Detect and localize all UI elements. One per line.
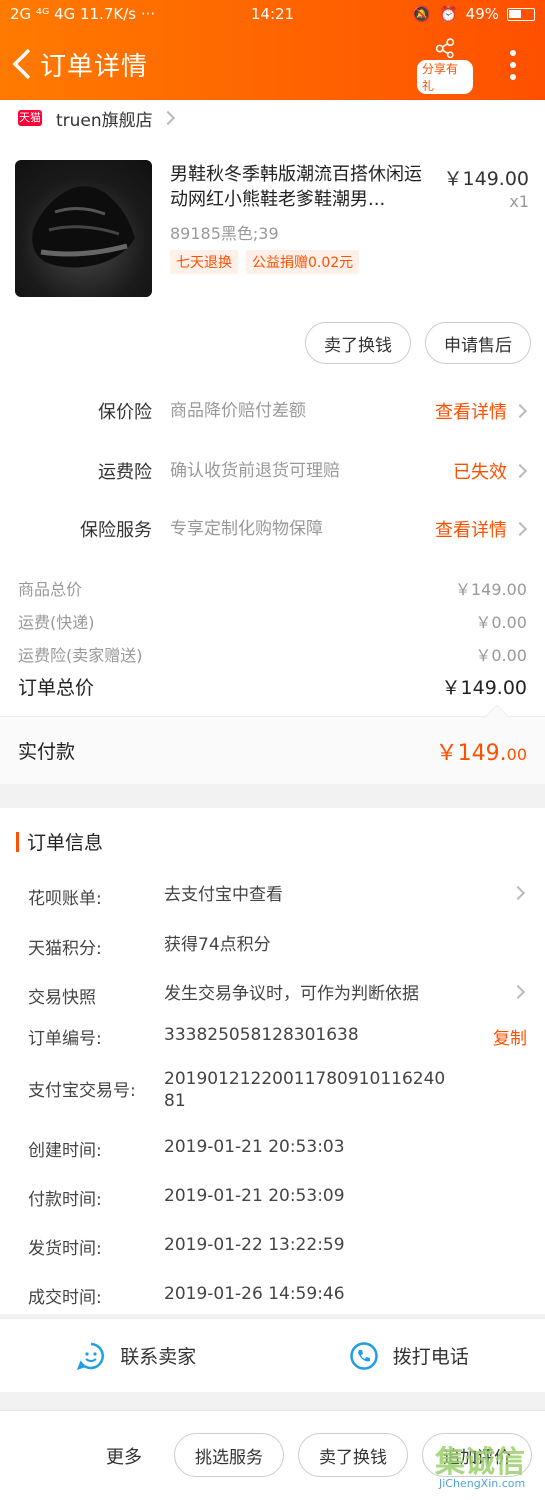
info-row-completed: 成交时间: 2019-01-26 14:59:46 <box>28 1284 345 1308</box>
share-label: 分享有礼 <box>417 60 473 94</box>
bottom-action-bar: 更多 挑选服务 卖了换钱 追加评价 集诚信 JiChengXin.com <box>0 1410 545 1500</box>
contact-row: 联系卖家 拨打电话 <box>0 1318 545 1392</box>
tag-charity: 公益捐赠0.02元 <box>246 250 360 274</box>
product-quantity: x1 <box>509 192 529 211</box>
insurance-link[interactable]: 查看详情 <box>435 516 528 542</box>
order-total-row: 订单总价 ￥149.00 <box>18 677 527 699</box>
network-speed: 2G ⁴ᴳ 4G 11.7K/s ··· <box>10 5 156 23</box>
product-actions: 卖了换钱 申请售后 <box>305 322 531 364</box>
battery-percent: 49% <box>465 5 499 23</box>
status-bar: 2G ⁴ᴳ 4G 11.7K/s ··· 14:21 🔕 ⏰ 49% <box>0 0 545 28</box>
back-arrow-icon <box>12 48 31 80</box>
product-image[interactable] <box>15 160 152 297</box>
insurance-desc: 专享定制化购物保障 <box>170 519 323 539</box>
sell-button[interactable]: 卖了换钱 <box>305 322 411 364</box>
nav-bar: 订单详情 分享有礼 <box>0 28 545 100</box>
product-card: 男鞋秋冬季韩版潮流百搭休闲运动网红小熊鞋老爹鞋潮男... ￥149.00 x1 … <box>0 136 545 400</box>
product-title[interactable]: 男鞋秋冬季韩版潮流百搭休闲运动网红小熊鞋老爹鞋潮男... <box>170 162 432 212</box>
battery-icon <box>507 7 535 21</box>
info-row-snapshot[interactable]: 交易快照 发生交易争议时，可作为判断依据 <box>28 983 527 1008</box>
mute-icon: 🔕 <box>412 5 431 23</box>
order-info-card: 订单信息 花呗账单: 去支付宝中查看 天猫积分: 获得74点积分 交易快照 发生交易争… <box>0 808 545 1314</box>
product-tags: 七天退换 公益捐赠0.02元 <box>170 250 360 274</box>
info-row-order-number: 订单编号: 333825058128301638 复制 <box>28 1024 527 1049</box>
paid-amount-row: 实付款 ￥149.00 <box>0 704 545 784</box>
chevron-right-icon <box>510 984 526 1000</box>
share-button[interactable]: 分享有礼 <box>417 38 473 94</box>
shop-row[interactable]: 天猫 truen旗舰店 <box>0 100 545 136</box>
info-row-huabei[interactable]: 花呗账单: 去支付宝中查看 <box>28 884 527 909</box>
contact-seller-button[interactable]: 联系卖家 <box>0 1319 273 1392</box>
after-sales-button[interactable]: 申请售后 <box>425 322 531 364</box>
insurance-desc: 商品降价赔付差额 <box>170 401 306 421</box>
fee-row: 运费(快递) ￥0.00 <box>18 613 527 632</box>
back-button[interactable] <box>4 39 40 89</box>
share-icon <box>435 38 455 58</box>
insurance-fees-card: 保价险 商品降价赔付差额 查看详情 运费险 确认收货前退货可理赔 已失效 保险服… <box>0 400 545 716</box>
paid-label: 实付款 <box>18 741 76 763</box>
insurance-label: 保险服务 <box>80 520 152 541</box>
chevron-right-icon <box>510 885 526 901</box>
phone-icon <box>349 1341 378 1370</box>
info-row-points: 天猫积分: 获得74点积分 <box>28 935 271 959</box>
info-row-shipped: 发货时间: 2019-01-22 13:22:59 <box>28 1235 345 1259</box>
sell-again-button[interactable]: 卖了换钱 <box>298 1433 408 1477</box>
watermark-logo: 集诚信 JiChengXin.com <box>435 1445 526 1490</box>
copy-button[interactable]: 复制 <box>493 1024 527 1049</box>
tag-return: 七天退换 <box>170 250 238 274</box>
pick-service-button[interactable]: 挑选服务 <box>174 1433 284 1477</box>
info-row-paid: 付款时间: 2019-01-21 20:53:09 <box>28 1186 345 1210</box>
insurance-row-price[interactable]: 保价险 商品降价赔付差额 查看详情 <box>0 398 545 424</box>
chevron-right-icon <box>160 110 175 126</box>
fee-row: 运费险(卖家赠送) ￥0.00 <box>18 646 527 665</box>
shop-name: truen旗舰店 <box>56 110 153 131</box>
insurance-label: 保价险 <box>98 402 152 423</box>
info-row-alipay: 支付宝交易号: 2019012122001178091011624081 <box>28 1069 446 1111</box>
insurance-link[interactable]: 已失效 <box>453 458 528 484</box>
call-phone-button[interactable]: 拨打电话 <box>273 1319 545 1392</box>
fee-row: 商品总价 ￥149.00 <box>18 580 527 599</box>
order-info-heading: 订单信息 <box>16 828 103 855</box>
info-row-created: 创建时间: 2019-01-21 20:53:03 <box>28 1137 345 1161</box>
page-title: 订单详情 <box>40 51 149 82</box>
more-button[interactable]: 更多 <box>106 1443 142 1469</box>
insurance-desc: 确认收货前退货可理赔 <box>170 461 340 481</box>
more-menu-button[interactable] <box>503 50 523 80</box>
chat-icon <box>77 1342 105 1370</box>
signal-status: 2G ⁴ᴳ 4G 11.7K/s ··· <box>10 5 412 23</box>
tmall-badge: 天猫 <box>18 110 42 126</box>
product-sku: 89185黑色;39 <box>170 224 279 243</box>
product-price: ￥149.00 <box>443 168 529 190</box>
insurance-link[interactable]: 查看详情 <box>435 398 528 424</box>
alarm-icon: ⏰ <box>438 5 458 23</box>
insurance-row-shipping[interactable]: 运费险 确认收货前退货可理赔 已失效 <box>0 448 545 494</box>
status-right: 🔕 ⏰ 49% <box>412 5 535 23</box>
insurance-row-service[interactable]: 保险服务 专享定制化购物保障 查看详情 <box>0 516 545 542</box>
sneaker-image <box>32 186 136 268</box>
paid-value: ￥149.00 <box>435 740 527 766</box>
insurance-label: 运费险 <box>98 462 152 483</box>
